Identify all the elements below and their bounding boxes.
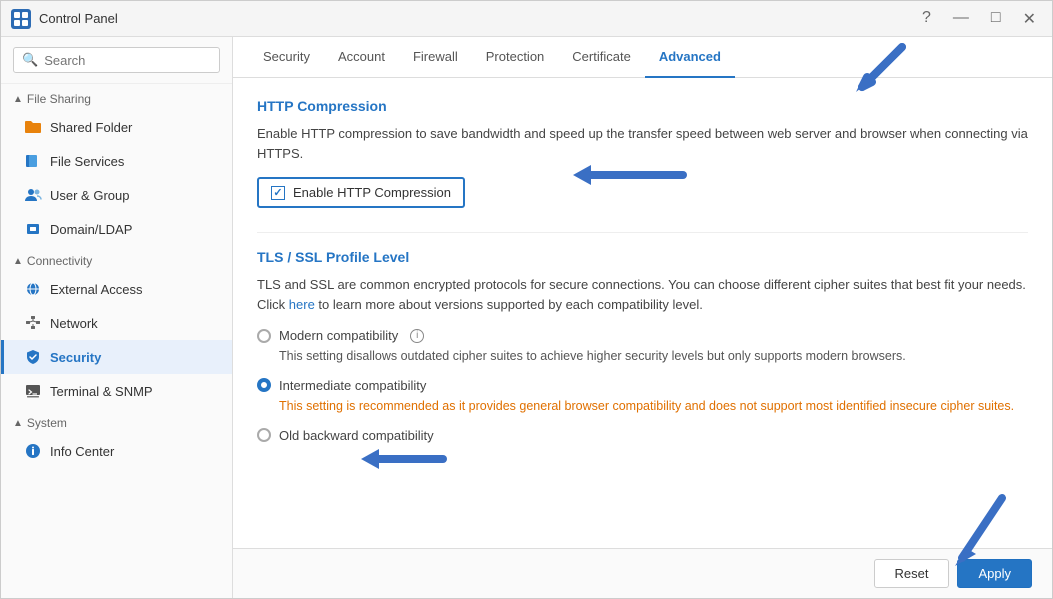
radio-row-intermediate[interactable]: Intermediate compatibility [257,378,1028,393]
caret-icon: ▲ [13,94,23,105]
tls-ssl-desc: TLS and SSL are common encrypted protoco… [257,275,1028,314]
tls-desc-part2: to learn more about versions supported b… [315,297,703,312]
help-button[interactable]: ? [916,7,937,31]
radio-old-label: Old backward compatibility [279,428,434,443]
radio-option-modern: Modern compatibility i This setting disa… [257,328,1028,366]
search-box[interactable]: 🔍 [13,47,220,73]
http-compression-checkbox[interactable]: ✓ [271,186,285,200]
main-layout: 🔍 ▲ File Sharing Shared Folder [1,37,1052,598]
content-body: HTTP Compression Enable HTTP compression… [233,78,1052,548]
sidebar-item-security[interactable]: Security [1,340,232,374]
content-panel: Security Account Firewall Protection Cer… [233,37,1052,598]
user-group-icon [24,186,42,204]
radio-intermediate[interactable] [257,378,271,392]
terminal-icon [24,382,42,400]
sidebar-item-external-access[interactable]: External Access [1,272,232,306]
sidebar-item-terminal-snmp[interactable]: Terminal & SNMP [1,374,232,408]
user-group-label: User & Group [50,188,129,203]
reset-button[interactable]: Reset [874,559,950,588]
minimize-button[interactable]: — [947,7,975,31]
connectivity-caret-icon: ▲ [13,256,23,267]
sidebar-item-domain-ldap[interactable]: Domain/LDAP [1,212,232,246]
file-services-label: File Services [50,154,124,169]
radio-row-old[interactable]: Old backward compatibility [257,428,1028,443]
radio-row-modern[interactable]: Modern compatibility i [257,328,1028,343]
network-label: Network [50,316,98,331]
enable-http-compression-row[interactable]: ✓ Enable HTTP Compression [257,177,465,208]
tab-advanced[interactable]: Advanced [645,37,735,78]
radio-option-intermediate: Intermediate compatibility This setting … [257,378,1028,416]
modern-info-badge[interactable]: i [410,329,424,343]
http-compression-title: HTTP Compression [257,98,1028,114]
sidebar: 🔍 ▲ File Sharing Shared Folder [1,37,233,598]
network-icon [24,314,42,332]
titlebar: Control Panel ? — □ ✕ [1,1,1052,37]
footer-bar: Reset Apply [233,548,1052,598]
section-system[interactable]: ▲ System [1,408,232,434]
info-center-icon [24,442,42,460]
control-panel-window: Control Panel ? — □ ✕ 🔍 ▲ File Sharing [0,0,1053,599]
content-wrapper: Security Account Firewall Protection Cer… [233,37,1052,598]
info-center-label: Info Center [50,444,114,459]
radio-modern-label: Modern compatibility [279,328,398,343]
sidebar-item-file-services[interactable]: File Services [1,144,232,178]
shared-folder-icon [24,118,42,136]
tabs-bar: Security Account Firewall Protection Cer… [233,37,1052,78]
window-title: Control Panel [39,11,118,26]
radio-modern[interactable] [257,329,271,343]
section-connectivity[interactable]: ▲ Connectivity [1,246,232,272]
radio-option-old: Old backward compatibility [257,428,1028,443]
section-file-sharing-label: File Sharing [27,92,91,106]
sidebar-item-user-group[interactable]: User & Group [1,178,232,212]
tls-ssl-title: TLS / SSL Profile Level [257,249,1028,265]
terminal-snmp-label: Terminal & SNMP [50,384,153,399]
tab-firewall[interactable]: Firewall [399,37,472,78]
sidebar-item-info-center[interactable]: Info Center [1,434,232,468]
modern-desc: This setting disallows outdated cipher s… [279,347,1028,366]
tab-security[interactable]: Security [249,37,324,78]
section-file-sharing[interactable]: ▲ File Sharing [1,84,232,110]
section-system-label: System [27,416,67,430]
domain-icon [24,220,42,238]
app-icon [11,9,31,29]
domain-ldap-label: Domain/LDAP [50,222,132,237]
radio-old[interactable] [257,428,271,442]
sidebar-item-shared-folder[interactable]: Shared Folder [1,110,232,144]
maximize-button[interactable]: □ [985,7,1007,31]
shared-folder-label: Shared Folder [50,120,132,135]
tab-protection[interactable]: Protection [472,37,559,78]
search-input[interactable] [44,53,211,68]
http-compression-checkbox-label: Enable HTTP Compression [293,185,451,200]
security-label: Security [50,350,101,365]
section-connectivity-label: Connectivity [27,254,92,268]
section-divider [257,232,1028,233]
radio-intermediate-label: Intermediate compatibility [279,378,426,393]
tls-here-link[interactable]: here [289,297,315,312]
http-compression-desc: Enable HTTP compression to save bandwidt… [257,124,1028,163]
tab-account[interactable]: Account [324,37,399,78]
file-services-icon [24,152,42,170]
window-controls: ? — □ ✕ [916,7,1042,31]
search-icon: 🔍 [22,52,38,68]
sidebar-search-area: 🔍 [1,37,232,84]
close-button[interactable]: ✕ [1017,7,1042,31]
external-access-label: External Access [50,282,143,297]
apply-button[interactable]: Apply [957,559,1032,588]
sidebar-item-network[interactable]: Network [1,306,232,340]
system-caret-icon: ▲ [13,418,23,429]
external-access-icon [24,280,42,298]
tab-certificate[interactable]: Certificate [558,37,645,78]
intermediate-desc: This setting is recommended as it provid… [279,397,1028,416]
security-icon [24,348,42,366]
titlebar-left: Control Panel [11,9,118,29]
